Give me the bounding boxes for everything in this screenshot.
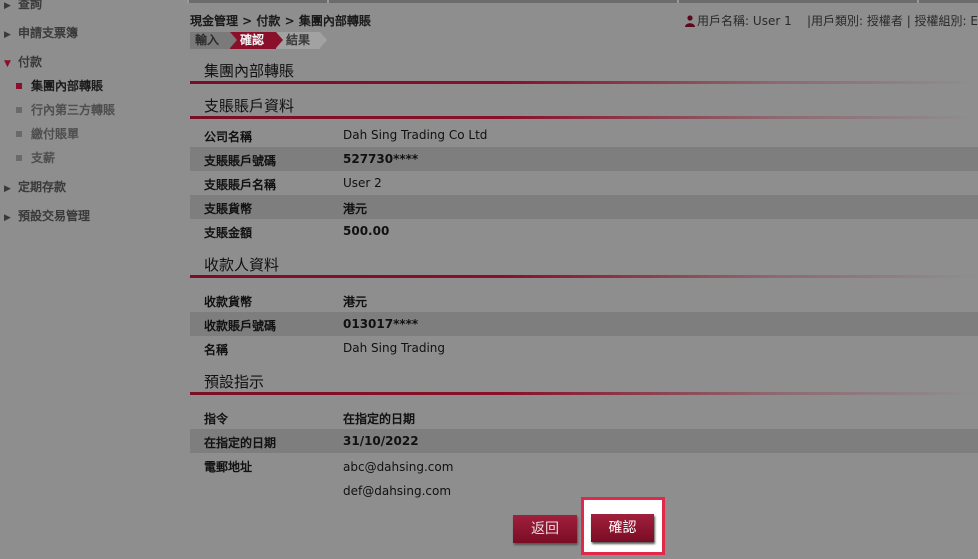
section-divider — [190, 116, 978, 119]
field-label: 電郵地址 — [204, 460, 253, 474]
sidebar-item-payment[interactable]: ▼ 付款 — [4, 53, 42, 70]
confirm-button[interactable]: 確認 — [591, 514, 654, 542]
sidebar-item-enquiry[interactable]: ▶ 查詢 — [4, 0, 42, 12]
top-divider — [187, 0, 978, 3]
field-value: Dah Sing Trading — [343, 341, 446, 355]
step-input: 輸入 — [190, 32, 237, 49]
page-title: 集團內部轉賬 — [204, 62, 295, 80]
field-value: User 2 — [343, 176, 382, 190]
user-icon — [685, 15, 696, 27]
sidebar-item-label: 預設交易管理 — [18, 209, 91, 223]
sidebar-item-label: 定期存款 — [18, 180, 67, 194]
sidebar-subitem-intra-group-transfer[interactable]: 集團內部轉賬 — [16, 77, 103, 94]
section-divider — [190, 392, 978, 395]
sidebar-subitem-label: 行內第三方轉賬 — [31, 103, 116, 117]
triangle-right-icon: ▶ — [4, 1, 11, 11]
bullet-icon — [16, 130, 22, 137]
sidebar-item-time-deposit[interactable]: ▶ 定期存款 — [4, 178, 66, 195]
field-label: 支賬賬戶名稱 — [204, 178, 277, 192]
sidebar-subitem-label: 集團內部轉賬 — [31, 79, 104, 93]
field-label: 名稱 — [204, 343, 229, 357]
triangle-right-icon: ▶ — [4, 30, 11, 40]
triangle-right-icon: ▶ — [4, 184, 11, 194]
back-button[interactable]: 返回 — [513, 515, 577, 543]
field-value: 港元 — [343, 202, 368, 216]
table-row: 電郵地址 abc@dahsing.com — [190, 453, 978, 477]
table-row: 指令 在指定的日期 — [190, 405, 978, 429]
field-value: 013017**** — [343, 317, 419, 331]
step-indicator: 輸入 確認 結果 — [190, 32, 327, 49]
sidebar-item-label: 付款 — [18, 55, 43, 69]
preset-section-title: 預設指示 — [204, 373, 265, 391]
table-row: 在指定的日期 31/10/2022 — [190, 429, 978, 453]
field-label: 支賬貨幣 — [204, 202, 253, 216]
sidebar-item-cheque-book[interactable]: ▶ 申請支票簿 — [4, 24, 78, 41]
field-value: 31/10/2022 — [343, 434, 419, 448]
field-value: abc@dahsing.com — [343, 460, 454, 474]
divider-segment — [187, 0, 189, 3]
bullet-icon — [16, 106, 22, 113]
sidebar-subitem-third-party-transfer[interactable]: 行內第三方轉賬 — [16, 101, 115, 118]
field-value: 500.00 — [343, 224, 390, 238]
triangle-down-icon: ▼ — [4, 59, 11, 69]
divider-segment — [327, 0, 329, 3]
field-value: 527730**** — [343, 152, 419, 166]
user-info: 用戶名稱: User 1 |用戶類別: 授權者 | 授權組別: E — [685, 12, 978, 29]
field-label: 收款賬戶號碼 — [204, 319, 277, 333]
field-value: 港元 — [343, 295, 368, 309]
user-type-info: |用戶類別: 授權者 | 授權組別: E — [806, 14, 978, 28]
debit-section-title: 支賬賬戶資料 — [204, 97, 295, 115]
field-label: 公司名稱 — [204, 130, 253, 144]
triangle-right-icon: ▶ — [4, 213, 11, 223]
breadcrumb: 現金管理 > 付款 > 集團內部轉賬 — [190, 14, 371, 28]
user-name: User 1 — [752, 14, 792, 28]
divider-segment — [677, 0, 679, 3]
field-value: 在指定的日期 — [343, 412, 416, 426]
sidebar-item-preset-transaction[interactable]: ▶ 預設交易管理 — [4, 207, 90, 224]
table-row: 收款賬戶號碼 013017**** — [190, 312, 978, 336]
sidebar-item-label: 查詢 — [18, 0, 43, 11]
sidebar-subitem-label: 支薪 — [31, 151, 56, 165]
field-value: def@dahsing.com — [343, 484, 452, 498]
table-row: 支賬金額 500.00 — [190, 219, 978, 243]
user-name-label: 用戶名稱: — [697, 14, 750, 28]
sidebar-subitem-label: 繳付賬單 — [31, 127, 80, 141]
table-row: 收款貨幣 港元 — [190, 288, 978, 312]
divider-segment — [917, 0, 919, 3]
payee-section-title: 收款人資料 — [204, 256, 280, 274]
sidebar: ▶ 查詢 ▶ 申請支票簿 ▼ 付款 集團內部轉賬 行內第三方轉賬 繳付賬單 支薪 ▶ 定… — [0, 0, 180, 559]
table-row: 支賬賬戶號碼 527730**** — [190, 147, 978, 171]
field-label: 收款貨幣 — [204, 295, 253, 309]
field-label: 支賬賬戶號碼 — [204, 154, 277, 168]
field-label: 支賬金額 — [204, 226, 253, 240]
field-label: 指令 — [204, 412, 229, 426]
sidebar-item-label: 申請支票簿 — [18, 26, 79, 40]
section-divider — [190, 275, 978, 278]
table-row: 名稱 Dah Sing Trading — [190, 336, 978, 360]
table-row: 公司名稱 Dah Sing Trading Co Ltd — [190, 123, 978, 147]
sidebar-subitem-payroll[interactable]: 支薪 — [16, 149, 55, 166]
sidebar-subitem-bill-payment[interactable]: 繳付賬單 — [16, 125, 79, 142]
section-divider — [190, 81, 978, 84]
table-row: 支賬賬戶名稱 User 2 — [190, 171, 978, 195]
field-value: Dah Sing Trading Co Ltd — [343, 128, 488, 142]
bullet-icon — [16, 154, 22, 161]
field-label: 在指定的日期 — [204, 436, 277, 450]
table-row: 支賬貨幣 港元 — [190, 195, 978, 219]
bullet-icon — [16, 82, 22, 89]
